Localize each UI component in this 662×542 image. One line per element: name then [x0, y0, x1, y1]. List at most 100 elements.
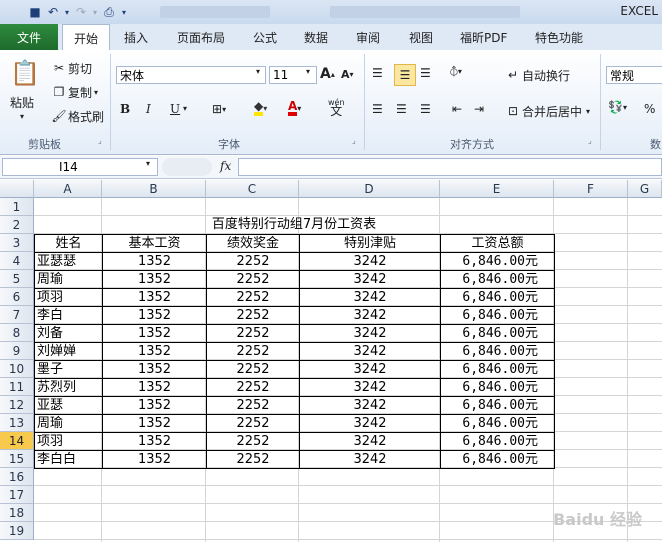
copy-button[interactable]: ❐ 复制 ▾	[50, 83, 98, 101]
tab-formulas[interactable]: 公式	[253, 24, 277, 50]
align-bottom-icon[interactable]: ☰	[420, 66, 431, 80]
increase-indent-icon[interactable]: ⇥	[474, 102, 484, 116]
base-salary-cell[interactable]: 1352	[102, 342, 207, 361]
name-box-dropdown-icon[interactable]: ▾	[146, 159, 150, 168]
fill-color-icon[interactable]: ◆ ▾	[254, 100, 267, 116]
total-cell[interactable]: 6,846.00元	[440, 342, 555, 361]
bonus-cell[interactable]: 2252	[206, 378, 300, 397]
paste-button[interactable]: 粘贴	[10, 94, 34, 111]
column-header-a[interactable]: A	[34, 180, 102, 198]
name-cell[interactable]: 项羽	[34, 288, 103, 307]
bonus-cell[interactable]: 2252	[206, 324, 300, 343]
alignment-launcher-icon[interactable]: ⌟	[588, 136, 592, 145]
bonus-cell[interactable]: 2252	[206, 360, 300, 379]
align-middle-icon[interactable]: ☰	[394, 64, 416, 86]
tab-home[interactable]: 开始	[62, 24, 110, 51]
align-left-icon[interactable]: ☰	[372, 102, 383, 116]
base-salary-cell[interactable]: 1352	[102, 432, 207, 451]
tab-view[interactable]: 视图	[409, 24, 433, 50]
row-header[interactable]: 11	[0, 378, 34, 396]
header-bonus[interactable]: 绩效奖金	[206, 234, 300, 253]
clipboard-launcher-icon[interactable]: ⌟	[98, 136, 102, 145]
bonus-cell[interactable]: 2252	[206, 252, 300, 271]
name-cell[interactable]: 周瑜	[34, 414, 103, 433]
base-salary-cell[interactable]: 1352	[102, 414, 207, 433]
row-header[interactable]: 1	[0, 198, 34, 216]
row-header[interactable]: 7	[0, 306, 34, 324]
bonus-cell[interactable]: 2252	[206, 414, 300, 433]
base-salary-cell[interactable]: 1352	[102, 252, 207, 271]
base-salary-cell[interactable]: 1352	[102, 396, 207, 415]
orientation-icon[interactable]: ⦽ ▾	[450, 64, 462, 79]
underline-button[interactable]: U	[170, 102, 180, 116]
allowance-cell[interactable]: 3242	[299, 450, 441, 469]
name-cell[interactable]: 刘婵婵	[34, 342, 103, 361]
header-allowance[interactable]: 特别津贴	[299, 234, 441, 253]
row-header[interactable]: 16	[0, 468, 34, 486]
total-cell[interactable]: 6,846.00元	[440, 396, 555, 415]
name-cell[interactable]: 李白白	[34, 450, 103, 469]
allowance-cell[interactable]: 3242	[299, 324, 441, 343]
column-header-b[interactable]: B	[102, 180, 206, 198]
bonus-cell[interactable]: 2252	[206, 450, 300, 469]
row-header[interactable]: 17	[0, 486, 34, 504]
base-salary-cell[interactable]: 1352	[102, 450, 207, 469]
base-salary-cell[interactable]: 1352	[102, 270, 207, 289]
allowance-cell[interactable]: 3242	[299, 378, 441, 397]
bonus-cell[interactable]: 2252	[206, 270, 300, 289]
font-launcher-icon[interactable]: ⌟	[352, 136, 356, 145]
allowance-cell[interactable]: 3242	[299, 360, 441, 379]
cut-button[interactable]: ✂ 剪切	[50, 59, 92, 77]
base-salary-cell[interactable]: 1352	[102, 378, 207, 397]
total-cell[interactable]: 6,846.00元	[440, 324, 555, 343]
align-center-icon[interactable]: ☰	[396, 102, 407, 116]
print-preview-icon[interactable]: ⎙	[100, 3, 118, 21]
tab-special-features[interactable]: 特色功能	[535, 24, 583, 50]
border-icon[interactable]: ⊞ ▾	[212, 102, 226, 116]
column-header-c[interactable]: C	[206, 180, 299, 198]
save-icon[interactable]: ■	[26, 3, 44, 21]
row-header[interactable]: 3	[0, 234, 34, 252]
column-header-e[interactable]: E	[440, 180, 554, 198]
allowance-cell[interactable]: 3242	[299, 252, 441, 271]
base-salary-cell[interactable]: 1352	[102, 306, 207, 325]
column-header-g[interactable]: G	[628, 180, 662, 198]
redo-dropdown-icon[interactable]: ▾	[90, 3, 100, 21]
base-salary-cell[interactable]: 1352	[102, 360, 207, 379]
tab-page-layout[interactable]: 页面布局	[177, 24, 225, 50]
row-header[interactable]: 10	[0, 360, 34, 378]
name-cell[interactable]: 苏烈列	[34, 378, 103, 397]
row-header[interactable]: 4	[0, 252, 34, 270]
bonus-cell[interactable]: 2252	[206, 396, 300, 415]
column-header-d[interactable]: D	[299, 180, 440, 198]
name-cell[interactable]: 项羽	[34, 432, 103, 451]
row-header[interactable]: 19	[0, 522, 34, 540]
bonus-cell[interactable]: 2252	[206, 342, 300, 361]
base-salary-cell[interactable]: 1352	[102, 324, 207, 343]
underline-dropdown-icon[interactable]: ▾	[183, 104, 187, 113]
formula-input[interactable]	[238, 158, 662, 176]
align-right-icon[interactable]: ☰	[420, 102, 431, 116]
name-box[interactable]: I14	[2, 158, 158, 176]
wrap-text-button[interactable]: ↵ 自动换行	[504, 66, 570, 84]
total-cell[interactable]: 6,846.00元	[440, 270, 555, 289]
row-header[interactable]: 5	[0, 270, 34, 288]
allowance-cell[interactable]: 3242	[299, 396, 441, 415]
tab-file[interactable]: 文件	[0, 24, 58, 50]
sheet-title-cell[interactable]: 百度特别行动组7月份工资表	[34, 216, 554, 234]
undo-icon[interactable]: ↶	[44, 3, 62, 21]
row-header[interactable]: 12	[0, 396, 34, 414]
name-cell[interactable]: 墨子	[34, 360, 103, 379]
row-header[interactable]: 15	[0, 450, 34, 468]
undo-dropdown-icon[interactable]: ▾	[62, 3, 72, 21]
row-header[interactable]: 18	[0, 504, 34, 522]
allowance-cell[interactable]: 3242	[299, 306, 441, 325]
name-cell[interactable]: 亚瑟	[34, 396, 103, 415]
redo-icon[interactable]: ↷	[72, 3, 90, 21]
format-painter-button[interactable]: 🖌 格式刷	[50, 107, 104, 125]
row-header[interactable]: 14	[0, 432, 34, 450]
row-header[interactable]: 8	[0, 324, 34, 342]
font-name-dropdown-icon[interactable]: ▾	[256, 67, 260, 76]
total-cell[interactable]: 6,846.00元	[440, 450, 555, 469]
tab-data[interactable]: 数据	[304, 24, 328, 50]
